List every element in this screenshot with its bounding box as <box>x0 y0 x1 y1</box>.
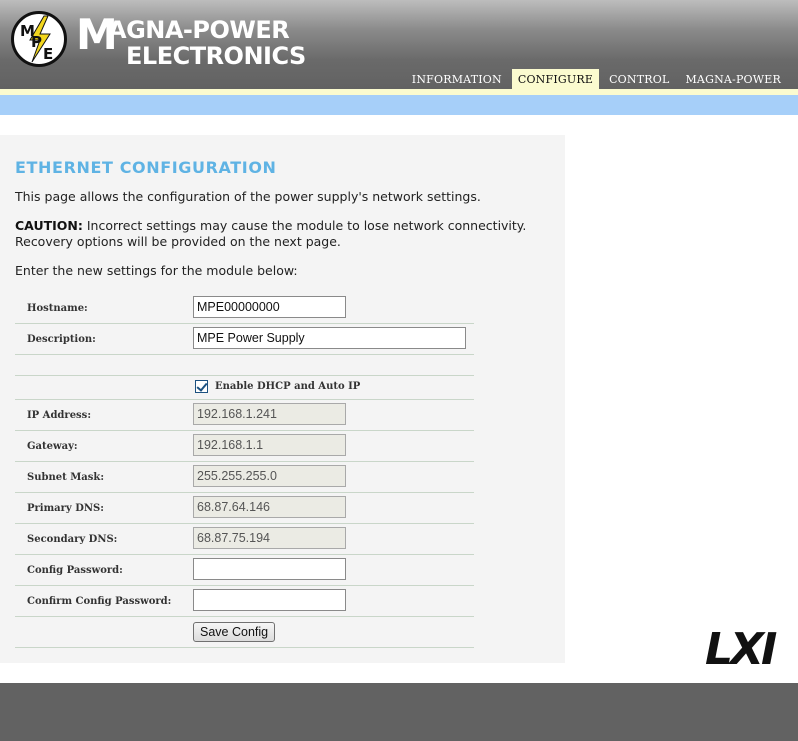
header-band <box>0 95 798 115</box>
brand-line1: AGNA-POWER <box>108 16 290 44</box>
logo-letter-e: E <box>43 45 53 63</box>
content-panel: ETHERNET CONFIGURATION This page allows … <box>0 135 565 663</box>
caution-label: CAUTION: <box>15 218 83 233</box>
hostname-label: Hostname: <box>27 303 88 314</box>
caution-message: Incorrect settings may cause the module … <box>15 218 527 249</box>
primary-dns-input: 68.87.64.146 <box>193 496 346 518</box>
tab-information[interactable]: INFORMATION <box>406 69 508 89</box>
subnet-mask-label: Subnet Mask: <box>27 472 105 483</box>
form-row-actions: Save Config <box>15 617 474 648</box>
dhcp-label: Enable DHCP and Auto IP <box>215 381 361 392</box>
form-row-config-password: Config Password: <box>15 555 474 586</box>
form-row-spacer <box>15 355 474 376</box>
secondary-dns-label: Secondary DNS: <box>27 534 118 545</box>
confirm-password-input[interactable] <box>193 589 346 611</box>
subnet-mask-input: 255.255.255.0 <box>193 465 346 487</box>
mpe-logo-icon: M P E <box>11 11 67 67</box>
save-config-button[interactable]: Save Config <box>193 622 276 642</box>
page-footer <box>0 683 798 741</box>
form-row-description: Description: MPE Power Supply <box>15 324 474 355</box>
description-input[interactable]: MPE Power Supply <box>193 327 466 349</box>
form-row-confirm-password: Confirm Config Password: <box>15 586 474 617</box>
config-password-label: Config Password: <box>27 565 123 576</box>
form-row-primary-dns: Primary DNS: 68.87.64.146 <box>15 493 474 524</box>
form-row-subnet-mask: Subnet Mask: 255.255.255.0 <box>15 462 474 493</box>
lxi-logo-text: LXI <box>705 624 777 672</box>
lxi-logo-icon: LXI <box>705 624 780 672</box>
caution-text: CAUTION: Incorrect settings may cause th… <box>15 218 535 250</box>
dhcp-checkbox[interactable] <box>195 380 208 393</box>
form-row-hostname: Hostname: MPE00000000 <box>15 293 474 324</box>
description-label: Description: <box>27 334 96 345</box>
config-password-input[interactable] <box>193 558 346 580</box>
gateway-input: 192.168.1.1 <box>193 434 346 456</box>
form-row-secondary-dns: Secondary DNS: 68.87.75.194 <box>15 524 474 555</box>
site-header: M P E M AGNA-POWER ELECTRONICS INFORMATI… <box>0 0 798 89</box>
brand-line2: ELECTRONICS <box>126 42 306 70</box>
hostname-input[interactable]: MPE00000000 <box>193 296 346 318</box>
form-row-gateway: Gateway: 192.168.1.1 <box>15 431 474 462</box>
tab-configure[interactable]: CONFIGURE <box>511 69 600 89</box>
tab-magna-power[interactable]: MAGNA-POWER <box>679 69 787 89</box>
instructions-text: Enter the new settings for the module be… <box>15 263 298 278</box>
primary-dns-label: Primary DNS: <box>27 503 104 514</box>
dhcp-toggle[interactable]: Enable DHCP and Auto IP <box>195 380 360 393</box>
gateway-label: Gateway: <box>27 441 78 452</box>
ip-address-input: 192.168.1.241 <box>193 403 346 425</box>
logo-letter-p: P <box>31 33 42 51</box>
form-row-ip-address: IP Address: 192.168.1.241 <box>15 400 474 431</box>
tab-control[interactable]: CONTROL <box>603 69 675 89</box>
confirm-password-label: Confirm Config Password: <box>27 596 172 607</box>
page-title: ETHERNET CONFIGURATION <box>15 158 277 177</box>
form-row-dhcp: Enable DHCP and Auto IP <box>15 376 474 400</box>
secondary-dns-input: 68.87.75.194 <box>193 527 346 549</box>
intro-text: This page allows the configuration of th… <box>15 189 481 204</box>
ip-address-label: IP Address: <box>27 410 92 421</box>
main-nav: INFORMATION CONFIGURE CONTROL MAGNA-POWE… <box>402 69 787 89</box>
ethernet-config-form: Hostname: MPE00000000 Description: MPE P… <box>15 293 474 648</box>
